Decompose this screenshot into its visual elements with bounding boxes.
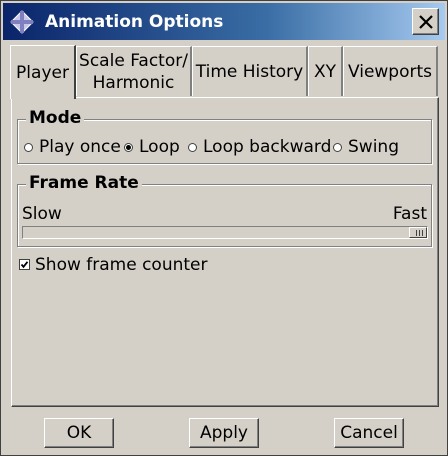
radio-loop-backward[interactable]: Loop backward — [188, 137, 331, 157]
app-diamond-icon — [10, 10, 34, 34]
radio-loop-indicator — [124, 142, 133, 152]
close-button[interactable] — [412, 8, 439, 35]
cancel-button[interactable]: Cancel — [334, 418, 404, 448]
mode-legend: Mode — [26, 108, 85, 128]
radio-play-once-indicator — [24, 142, 33, 152]
radio-loop-label: Loop — [139, 137, 180, 157]
radio-swing-indicator — [333, 142, 342, 152]
frame-rate-slider[interactable] — [22, 226, 428, 239]
slider-min-label: Slow — [22, 204, 62, 224]
tab-viewports[interactable]: Viewports — [343, 46, 438, 96]
radio-play-once-label: Play once — [39, 137, 121, 157]
tab-time-history[interactable]: Time History — [192, 46, 308, 96]
ok-button[interactable]: OK — [44, 418, 114, 448]
apply-button[interactable]: Apply — [189, 418, 259, 448]
tab-player[interactable]: Player — [10, 45, 76, 99]
frame-rate-legend: Frame Rate — [26, 173, 142, 193]
slider-max-label: Fast — [392, 204, 427, 224]
tab-scale-factor-harmonic[interactable]: Scale Factor/ Harmonic — [76, 46, 192, 96]
radio-play-once[interactable]: Play once — [24, 137, 121, 157]
radio-swing[interactable]: Swing — [333, 137, 399, 157]
radio-swing-label: Swing — [348, 137, 399, 157]
radio-loop-backward-label: Loop backward — [203, 137, 332, 157]
close-icon — [419, 15, 433, 29]
radio-loop[interactable]: Loop — [124, 137, 180, 157]
show-frame-counter-label: Show frame counter — [35, 255, 208, 275]
radio-loop-backward-indicator — [188, 142, 197, 152]
tab-xy[interactable]: XY — [308, 46, 343, 96]
show-frame-counter-checkbox[interactable] — [19, 259, 30, 270]
checkmark-icon — [20, 261, 29, 269]
frame-rate-slider-thumb[interactable] — [409, 227, 427, 238]
window-title: Animation Options — [45, 12, 224, 32]
animation-options-dialog: Animation Options Player Scale Factor/ H… — [0, 0, 448, 456]
title-bar[interactable]: Animation Options — [3, 3, 445, 40]
